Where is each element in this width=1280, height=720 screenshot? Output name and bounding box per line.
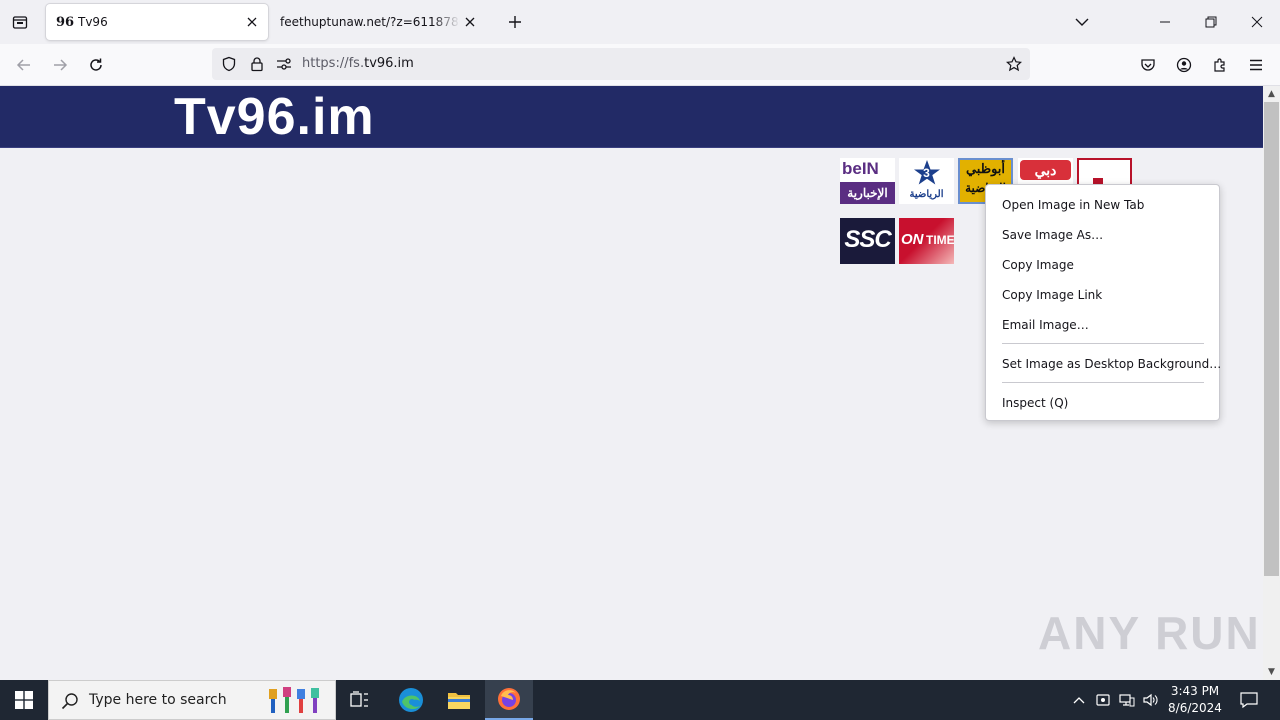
list-all-tabs-icon[interactable] [1070,10,1094,34]
channel-label: دبي [1020,160,1071,180]
channel-label: أبوظبي [965,161,1006,176]
close-window-button[interactable] [1234,0,1280,44]
forward-icon[interactable] [45,50,75,80]
scroll-up-icon[interactable]: ▲ [1263,86,1280,102]
file-explorer-icon[interactable] [435,680,483,720]
pocket-icon[interactable] [1133,50,1163,80]
edge-icon[interactable] [387,680,435,720]
channel-label: TIME [926,233,954,247]
url-prefix: https://fs. [302,56,365,71]
search-placeholder: Type here to search [89,692,227,708]
tab-feethuptunaw[interactable]: feethuptunaw.net/?z=6118780&syn [272,4,486,40]
channel-label: ON [901,231,924,248]
menu-item-save-image-as[interactable]: Save Image As… [1002,228,1103,242]
channel-label: الإخبارية [840,182,895,204]
channel-bein-news[interactable]: beIN الإخبارية [840,158,895,204]
windows-start-icon[interactable] [0,680,48,720]
navigation-toolbar: https://fs.tv96.im [0,44,1280,86]
menu-item-copy-image-link[interactable]: Copy Image Link [1002,288,1102,302]
network-icon[interactable] [1116,680,1138,720]
menu-item-copy-image[interactable]: Copy Image [1002,258,1074,272]
site-logo[interactable]: Tv96.im [174,88,375,146]
menu-item-inspect[interactable]: Inspect (Q) [1002,396,1068,410]
permissions-icon[interactable] [276,56,292,72]
back-icon[interactable] [9,50,39,80]
windows-taskbar: Type here to search 3:43 PM 8/6/2024 [0,680,1280,720]
firefox-view-icon[interactable] [6,8,34,36]
menu-separator [1002,343,1204,344]
tab-strip: 96 Tv96 feethuptunaw.net/?z=6118780&syn [0,0,1280,44]
tab-title: Tv96 [78,15,108,29]
search-icon [61,693,78,710]
close-tab-icon[interactable] [242,12,262,32]
scroll-down-icon[interactable]: ▼ [1263,664,1280,680]
vertical-scrollbar[interactable]: ▲ ▼ [1263,86,1280,680]
menu-item-open-image-new-tab[interactable]: Open Image in New Tab [1002,198,1144,212]
menu-icon[interactable] [1241,50,1271,80]
tab-tv96[interactable]: 96 Tv96 [46,4,268,40]
new-tab-button[interactable] [503,10,527,34]
menu-separator [1002,382,1204,383]
firefox-taskbar-icon[interactable] [485,680,533,720]
channel-arryadia[interactable]: 3 الرياضية [899,158,954,204]
channel-label: SSC [844,226,891,253]
minimize-button[interactable] [1142,0,1188,44]
tracking-protection-icon[interactable] [221,56,237,72]
channel-ontime[interactable]: ON TIME [899,218,954,264]
image-context-menu: Open Image in New Tab Save Image As… Cop… [985,184,1221,421]
site-header-banner: Tv96.im [0,86,1263,148]
reload-icon[interactable] [81,50,111,80]
menu-item-email-image[interactable]: Email Image… [1002,318,1089,332]
channel-label: beIN [842,159,879,178]
tray-overflow-icon[interactable] [1068,680,1090,720]
anyrun-watermark: ANY RUN [1038,607,1261,659]
taskbar-clock[interactable]: 3:43 PM 8/6/2024 [1166,683,1224,717]
channel-ssc[interactable]: SSC [840,218,895,264]
tab-favicon: 96 [56,14,75,30]
bookmark-star-icon[interactable] [1006,56,1022,72]
volume-icon[interactable] [1140,680,1162,720]
paint-brushes-icon [269,687,319,713]
url-domain: tv96.im [364,56,414,71]
restore-button[interactable] [1188,0,1234,44]
meet-now-icon[interactable] [1092,680,1114,720]
clock-date: 8/6/2024 [1168,701,1222,715]
menu-item-set-desktop-background[interactable]: Set Image as Desktop Background… [1002,357,1221,371]
task-view-icon[interactable] [336,680,384,720]
account-icon[interactable] [1169,50,1199,80]
lock-icon[interactable] [249,56,265,72]
channel-label: 3 [923,166,930,180]
url-text[interactable]: https://fs.tv96.im [302,56,414,71]
tab-title: feethuptunaw.net/?z=6118780&syn [280,15,460,29]
clock-time: 3:43 PM [1170,684,1220,698]
extensions-icon[interactable] [1205,50,1235,80]
url-bar[interactable]: https://fs.tv96.im [212,48,1030,80]
notification-center-icon[interactable] [1234,680,1264,720]
scrollbar-thumb[interactable] [1264,102,1279,576]
taskbar-search-box[interactable]: Type here to search [48,680,336,720]
channel-label: الرياضية [909,189,944,200]
close-tab-icon[interactable] [460,12,480,32]
